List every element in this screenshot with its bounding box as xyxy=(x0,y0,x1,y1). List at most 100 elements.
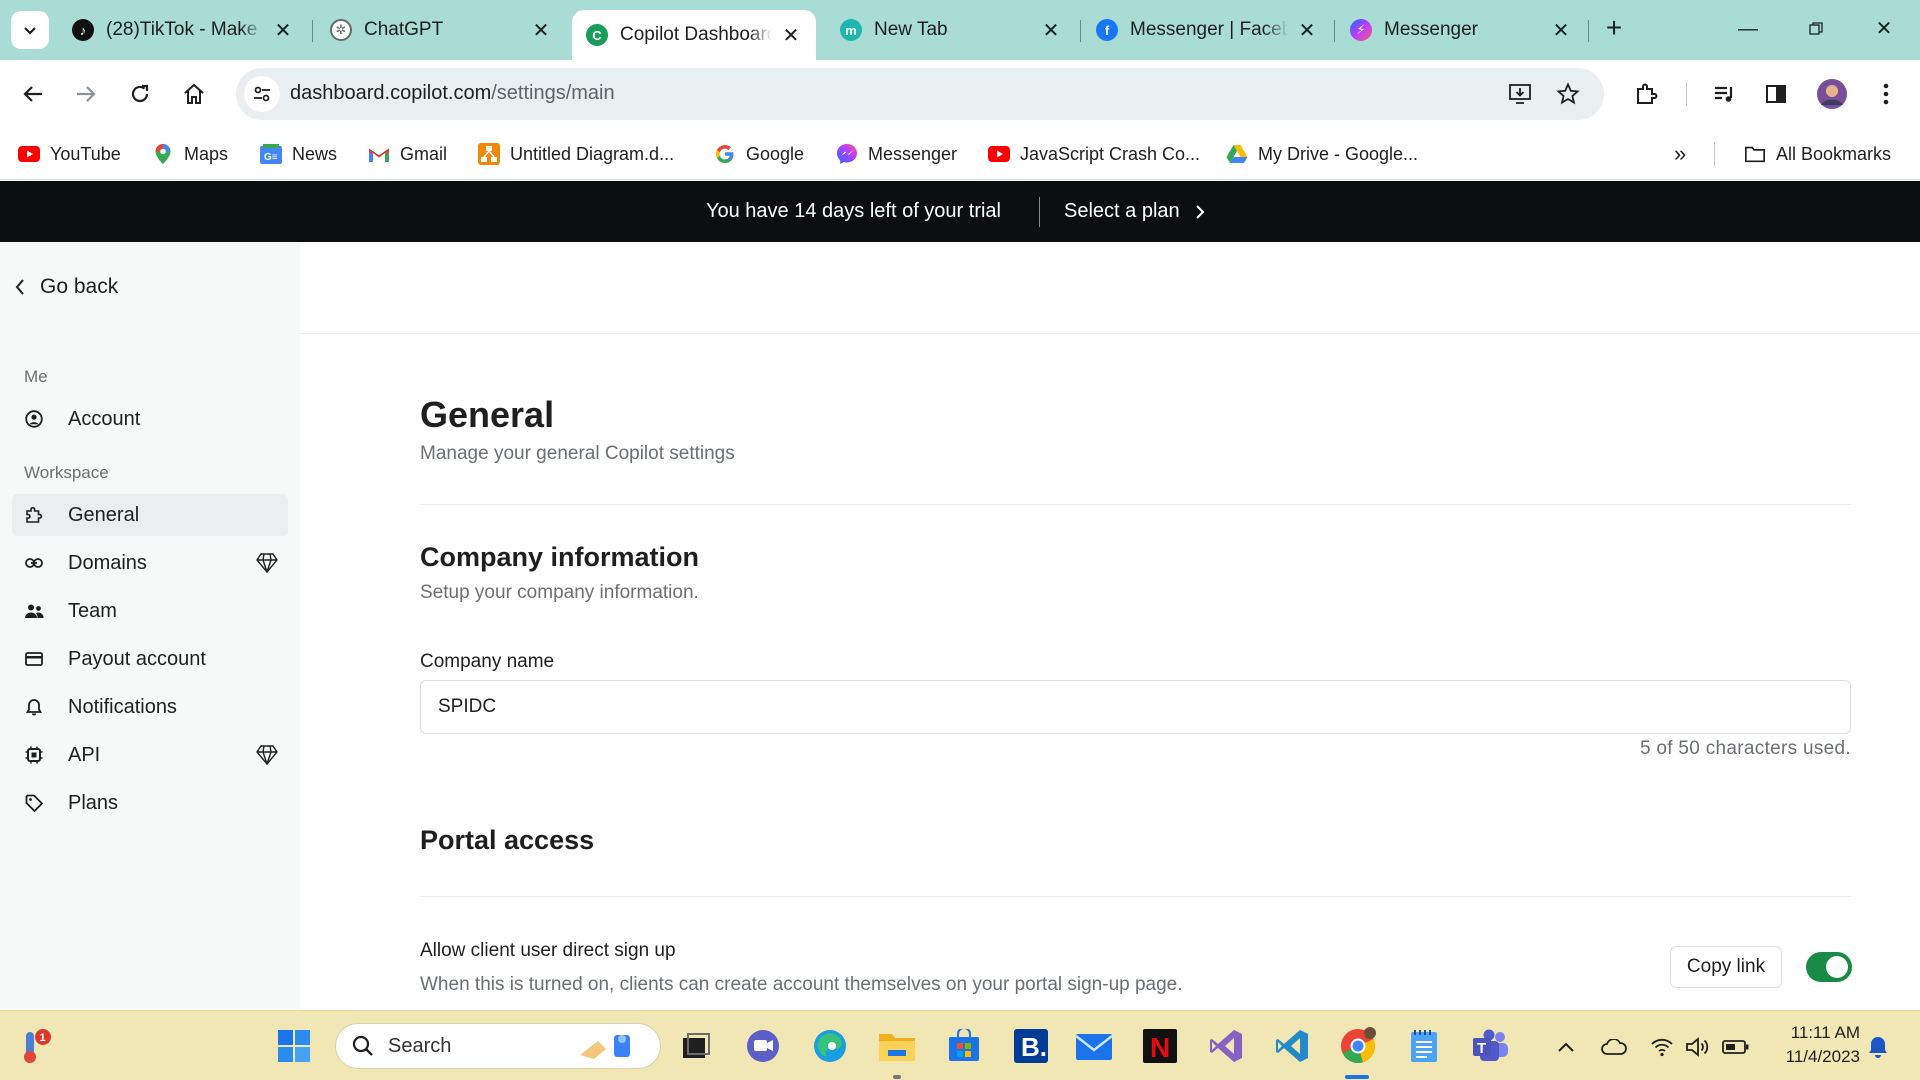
taskbar-app-mail[interactable] xyxy=(1074,1026,1114,1066)
bookmark-gmail[interactable]: Gmail xyxy=(368,140,447,168)
reload-button[interactable] xyxy=(122,76,158,112)
bookmark-messenger[interactable]: Messenger xyxy=(836,140,957,168)
weather-widget[interactable]: 1 xyxy=(14,1026,54,1066)
running-app-indicator xyxy=(893,1075,901,1079)
bookmark-youtube[interactable]: YouTube xyxy=(18,140,121,168)
onedrive-tray-icon[interactable] xyxy=(1600,1033,1628,1061)
bookmark-google[interactable]: Google xyxy=(714,140,804,168)
taskbar-clock[interactable]: 11:11 AM 11/4/2023 xyxy=(1764,1021,1860,1069)
url-host: dashboard.copilot.com xyxy=(290,82,492,104)
sidebar-item-domains[interactable]: Domains xyxy=(12,542,288,584)
tab-new-tab[interactable]: m New Tab ✕ xyxy=(826,10,1076,50)
close-icon[interactable]: ✕ xyxy=(780,23,802,48)
bookmark-star-button[interactable] xyxy=(1554,80,1582,108)
taskbar-search[interactable]: Search xyxy=(335,1023,661,1069)
chevron-up-icon xyxy=(1558,1042,1574,1052)
bookmark-untitled-diagram[interactable]: Untitled Diagram.d... xyxy=(478,140,674,168)
tab-copilot-dashboard[interactable]: C Copilot Dashboard ✕ xyxy=(572,10,816,60)
close-icon[interactable]: ✕ xyxy=(1550,18,1572,43)
notification-badge-count: 1 xyxy=(40,1032,46,1044)
bookmark-news[interactable]: G≡ News xyxy=(260,140,337,168)
company-name-input[interactable] xyxy=(420,680,1851,734)
tab-chatgpt[interactable]: ✲ ChatGPT ✕ xyxy=(316,10,566,50)
home-button[interactable] xyxy=(176,76,212,112)
show-hidden-icons-button[interactable] xyxy=(1552,1033,1580,1061)
task-view-button[interactable] xyxy=(676,1026,716,1066)
taskbar-app-vscode[interactable] xyxy=(1272,1026,1312,1066)
media-controls-button[interactable] xyxy=(1706,76,1742,112)
bookmark-maps[interactable]: Maps xyxy=(152,140,228,168)
tab-separator xyxy=(1588,20,1589,42)
select-plan-link[interactable]: Select a plan xyxy=(1064,200,1206,223)
sidebar-item-account[interactable]: Account xyxy=(12,398,288,440)
restore-button[interactable] xyxy=(1796,12,1836,46)
taskbar-app-teams[interactable]: T xyxy=(1470,1026,1510,1066)
tab-search-button[interactable] xyxy=(11,11,49,49)
volume-tray-icon[interactable] xyxy=(1684,1033,1712,1061)
sidebar-item-plans[interactable]: Plans xyxy=(12,782,288,824)
taskbar-app-chat[interactable] xyxy=(743,1026,783,1066)
close-icon[interactable]: ✕ xyxy=(1296,18,1318,43)
taskbar-app-booking[interactable]: B. xyxy=(1011,1026,1051,1066)
page-title: General xyxy=(420,394,555,435)
sidebar-item-label: API xyxy=(68,743,101,766)
forward-button[interactable] xyxy=(68,76,104,112)
close-window-button[interactable]: ✕ xyxy=(1864,12,1904,46)
close-icon[interactable]: ✕ xyxy=(272,18,294,43)
tab-messenger-facebook[interactable]: f Messenger | Faceb ✕ xyxy=(1082,10,1332,50)
taskbar-app-edge[interactable] xyxy=(810,1026,850,1066)
notifications-tray-button[interactable] xyxy=(1864,1033,1892,1061)
svg-text:G≡: G≡ xyxy=(264,152,278,163)
tab-separator xyxy=(312,20,313,42)
battery-tray-icon[interactable] xyxy=(1722,1033,1750,1061)
sidebar-item-api[interactable]: API xyxy=(12,734,288,776)
taskbar-app-notepad[interactable] xyxy=(1404,1026,1444,1066)
site-info-button[interactable] xyxy=(244,76,280,112)
bookmark-label: Google xyxy=(746,143,805,164)
sidebar-item-team[interactable]: Team xyxy=(12,590,288,632)
bookmark-label: My Drive - Google... xyxy=(1258,143,1419,164)
meet-icon xyxy=(747,1030,779,1062)
start-button[interactable] xyxy=(274,1026,314,1066)
banner-separator xyxy=(1039,197,1040,227)
taskbar-app-visual-studio[interactable] xyxy=(1206,1026,1246,1066)
taskbar-app-store[interactable] xyxy=(944,1026,984,1066)
extensions-button[interactable] xyxy=(1628,76,1664,112)
back-button[interactable] xyxy=(15,76,51,112)
diamond-icon xyxy=(256,745,278,771)
trial-days-text: You have 14 days left of your trial xyxy=(706,200,1001,222)
bookmarks-separator xyxy=(1714,142,1715,166)
direct-signup-toggle[interactable] xyxy=(1806,952,1852,982)
close-icon[interactable]: ✕ xyxy=(530,18,552,43)
profile-avatar[interactable] xyxy=(1814,76,1850,112)
side-panel-button[interactable] xyxy=(1758,76,1794,112)
chevron-down-icon xyxy=(24,27,36,35)
tab-title: Copilot Dashboard xyxy=(620,24,772,45)
folder-icon xyxy=(879,1034,915,1061)
sidebar-item-general[interactable]: General xyxy=(12,494,288,536)
bookmarks-overflow-button[interactable]: » xyxy=(1674,140,1686,168)
tab-tiktok[interactable]: ♪ (28)TikTok - Make ✕ xyxy=(58,10,308,50)
copy-link-button[interactable]: Copy link xyxy=(1670,946,1782,988)
sidebar-item-notifications[interactable]: Notifications xyxy=(12,686,288,728)
taskbar-app-chrome[interactable] xyxy=(1338,1026,1378,1066)
direct-signup-label: Allow client user direct sign up xyxy=(420,940,676,961)
menu-button[interactable] xyxy=(1868,76,1904,112)
close-icon[interactable]: ✕ xyxy=(1040,18,1062,43)
copilot-icon: C xyxy=(586,24,608,46)
taskbar-app-netflix[interactable]: N xyxy=(1140,1026,1180,1066)
sidebar-item-payout-account[interactable]: Payout account xyxy=(12,638,288,680)
minimize-button[interactable]: — xyxy=(1728,12,1768,46)
install-app-button[interactable] xyxy=(1506,80,1534,108)
all-bookmarks-button[interactable]: All Bookmarks xyxy=(1744,140,1891,168)
tab-messenger[interactable]: ⚡ Messenger ✕ xyxy=(1336,10,1586,50)
bookmark-my-drive[interactable]: My Drive - Google... xyxy=(1226,140,1418,168)
address-bar[interactable]: dashboard.copilot.com/settings/main xyxy=(236,68,1604,120)
more-vertical-icon xyxy=(1883,83,1889,105)
new-tab-button[interactable]: + xyxy=(1599,14,1629,44)
wifi-tray-icon[interactable] xyxy=(1648,1033,1676,1061)
bookmark-javascript-crash-course[interactable]: JavaScript Crash Co... xyxy=(988,140,1200,168)
go-back-link[interactable]: Go back xyxy=(14,272,118,302)
taskbar-app-file-explorer[interactable] xyxy=(877,1026,917,1066)
url-text[interactable]: dashboard.copilot.com/settings/main xyxy=(290,82,615,105)
